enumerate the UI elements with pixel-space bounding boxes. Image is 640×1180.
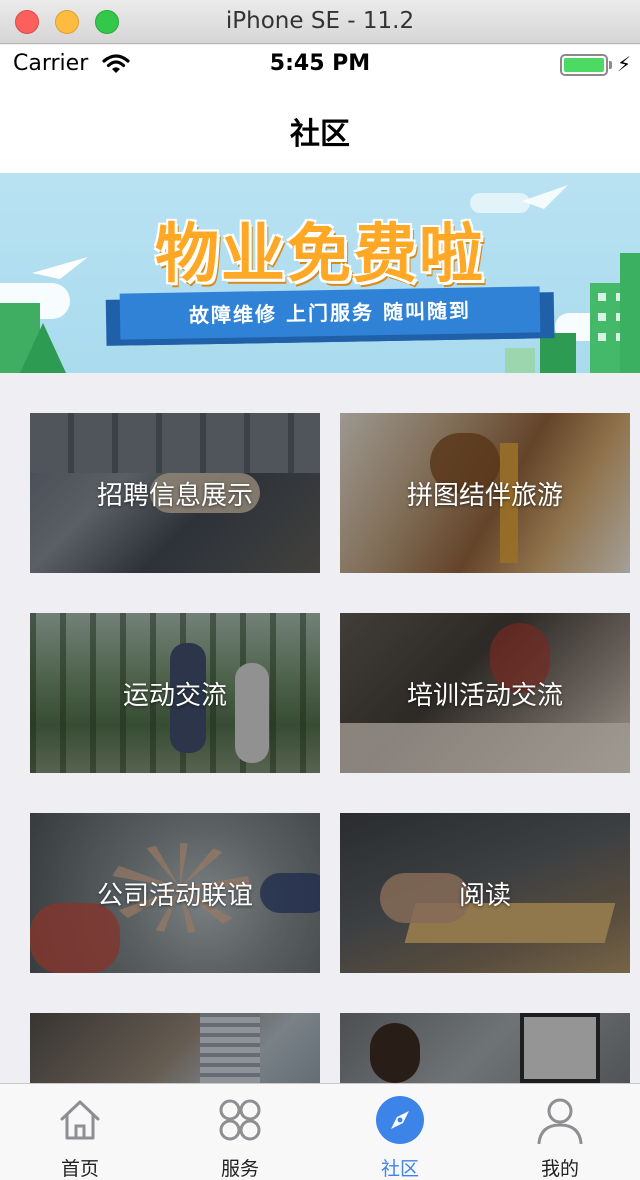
tab-community[interactable]: 社区: [320, 1084, 480, 1180]
tab-home[interactable]: 首页: [0, 1084, 160, 1180]
tab-label: 服务: [220, 1158, 259, 1180]
tab-services[interactable]: 服务: [160, 1084, 320, 1180]
category-tile-7[interactable]: [30, 1013, 320, 1083]
person-icon: [537, 1098, 583, 1144]
battery-tip: [609, 61, 612, 69]
category-tile-reading[interactable]: 阅读: [340, 813, 630, 973]
simulator-titlebar: iPhone SE - 11.2: [0, 0, 640, 44]
category-label: 拼图结伴旅游: [406, 480, 563, 511]
banner-tagline: 故障维修 上门服务 随叫随到: [119, 286, 541, 340]
compass-icon: [376, 1096, 424, 1144]
status-bar: Carrier 5:45 PM ⚡: [0, 45, 640, 85]
category-label: 招聘信息展示: [96, 480, 253, 511]
tab-label: 首页: [60, 1158, 99, 1180]
status-time: 5:45 PM: [269, 51, 371, 76]
window-title: iPhone SE - 11.2: [225, 8, 415, 34]
home-icon: [60, 1100, 100, 1140]
promo-banner[interactable]: 物业免费啦 故障维修 上门服务 随叫随到: [0, 173, 640, 373]
category-label: 运动交流: [122, 680, 227, 711]
category-label: 培训活动交流: [406, 680, 563, 711]
grid-icon: [219, 1099, 261, 1141]
tab-label: 社区: [380, 1158, 419, 1180]
navigation-bar: 社区: [0, 85, 640, 173]
category-label: [30, 1013, 320, 1083]
category-grid: 招聘信息展示 拼图结伴旅游 运动交流 培训活动交流 公司活动联谊 阅读: [0, 373, 640, 1083]
category-tile-company-events[interactable]: 公司活动联谊: [30, 813, 320, 973]
category-tile-travel[interactable]: 拼图结伴旅游: [340, 413, 630, 573]
charging-bolt-icon: ⚡: [617, 52, 632, 76]
category-tile-recruitment[interactable]: 招聘信息展示: [30, 413, 320, 573]
category-label: 公司活动联谊: [96, 880, 253, 911]
tab-bar: 首页 服务 社区 我的: [0, 1083, 640, 1180]
tab-label: 我的: [540, 1158, 579, 1180]
category-label: [340, 1013, 630, 1083]
banner-headline: 物业免费啦: [155, 218, 485, 292]
category-tile-training[interactable]: 培训活动交流: [340, 613, 630, 773]
battery-icon: [560, 54, 608, 76]
category-tile-sports[interactable]: 运动交流: [30, 613, 320, 773]
category-tile-8[interactable]: [340, 1013, 630, 1083]
paper-plane-icon: [32, 257, 88, 279]
page-title: 社区: [290, 117, 350, 152]
tab-profile[interactable]: 我的: [480, 1084, 640, 1180]
category-label: 阅读: [458, 880, 511, 911]
